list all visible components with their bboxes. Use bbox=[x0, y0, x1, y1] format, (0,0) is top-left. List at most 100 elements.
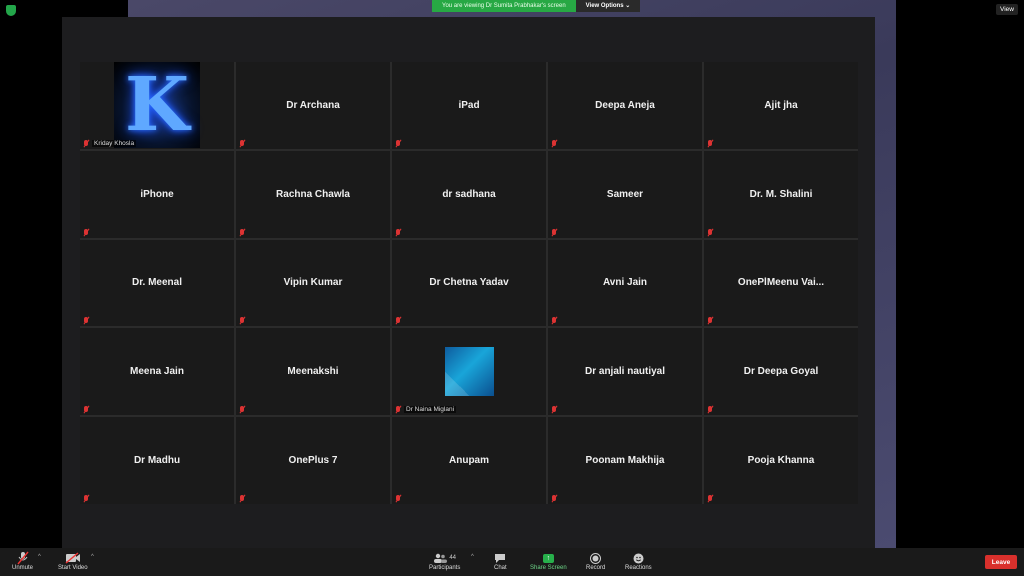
participant-name: Dr Madhu bbox=[133, 455, 181, 467]
tile-footer bbox=[551, 139, 557, 147]
mic-muted-icon bbox=[395, 228, 401, 236]
tile-footer bbox=[551, 317, 557, 324]
share-screen-button[interactable]: ↑ Share Screen bbox=[530, 551, 567, 571]
participant-name: Kriday Khosla bbox=[92, 139, 137, 147]
participant-grid: K Kriday Khosla Dr Archana iPad Deepa Aneja A… bbox=[80, 62, 858, 504]
screen-share-banner: You are viewing Dr Sumita Prabhakar's sc… bbox=[432, 0, 641, 12]
mic-muted-icon bbox=[239, 495, 245, 502]
participant-name: Sameer bbox=[606, 188, 644, 200]
tile-footer bbox=[83, 406, 89, 413]
participant-name: Dr anjali nautiyal bbox=[584, 366, 666, 378]
participant-tile[interactable]: Dr Madhu bbox=[80, 417, 234, 504]
tile-footer bbox=[239, 495, 245, 502]
participant-tile[interactable]: Dr. M. Shalini bbox=[704, 150, 858, 238]
participant-name: Rachna Chawla bbox=[276, 188, 350, 200]
participant-tile[interactable]: Pooja Khanna bbox=[704, 417, 858, 504]
audio-options-caret[interactable]: ^ bbox=[38, 554, 41, 560]
mic-muted-icon bbox=[83, 139, 89, 147]
participant-tile[interactable]: dr sadhana bbox=[392, 150, 546, 238]
record-label: Record bbox=[586, 565, 606, 571]
participant-tile[interactable]: iPad bbox=[392, 62, 546, 149]
mic-muted-icon bbox=[551, 228, 557, 236]
participants-label: Participants bbox=[429, 565, 461, 571]
mic-muted-icon bbox=[239, 139, 245, 147]
mic-muted-icon bbox=[551, 406, 557, 413]
participant-name: dr sadhana bbox=[442, 188, 496, 200]
tile-footer bbox=[707, 495, 713, 502]
participant-avatar bbox=[444, 347, 494, 397]
mic-muted-icon bbox=[239, 406, 245, 413]
mic-muted-icon bbox=[707, 317, 713, 324]
record-button[interactable]: Record bbox=[586, 551, 605, 571]
chat-button[interactable]: Chat bbox=[494, 551, 507, 571]
video-off-icon bbox=[65, 551, 81, 565]
participant-name: iPad bbox=[458, 99, 480, 111]
participant-name: OnePlus 7 bbox=[288, 455, 338, 467]
participant-tile[interactable]: Dr Chetna Yadav bbox=[392, 239, 546, 327]
participant-tile[interactable]: OnePlMeenu Vai... bbox=[704, 239, 858, 327]
tile-footer bbox=[395, 317, 401, 324]
participant-name: Dr. M. Shalini bbox=[749, 188, 813, 200]
start-video-label: Start Video bbox=[58, 565, 88, 571]
participant-avatar: K bbox=[114, 62, 200, 149]
participants-icon: 44 bbox=[433, 551, 456, 565]
record-icon bbox=[590, 551, 602, 565]
tile-footer bbox=[83, 317, 89, 324]
participant-name: Ajit jha bbox=[764, 99, 798, 111]
tile-footer: Kriday Khosla bbox=[83, 139, 137, 147]
mic-muted-icon bbox=[395, 139, 401, 147]
mic-muted-icon bbox=[16, 551, 29, 565]
video-options-caret[interactable]: ^ bbox=[91, 554, 94, 560]
participant-tile[interactable]: Poonam Makhija bbox=[548, 417, 702, 504]
view-options-button[interactable]: View Options ⌄ bbox=[575, 0, 641, 12]
participant-tile[interactable]: Ajit jha bbox=[704, 62, 858, 149]
participant-tile[interactable]: Anupam bbox=[392, 417, 546, 504]
mic-muted-icon bbox=[83, 495, 89, 502]
mic-muted-icon bbox=[707, 228, 713, 236]
participant-tile[interactable]: Meena Jain bbox=[80, 328, 234, 416]
participant-name: Dr Deepa Goyal bbox=[743, 366, 819, 378]
start-video-button[interactable]: Start Video bbox=[58, 551, 88, 571]
mic-muted-icon bbox=[707, 139, 713, 147]
participant-tile[interactable]: iPhone bbox=[80, 150, 234, 238]
mic-muted-icon bbox=[551, 495, 557, 502]
participant-tile[interactable]: Dr Archana bbox=[236, 62, 390, 149]
participant-tile[interactable]: Dr. Meenal bbox=[80, 239, 234, 327]
tile-footer bbox=[239, 317, 245, 324]
participants-button[interactable]: 44 Participants bbox=[429, 551, 460, 571]
participant-tile[interactable]: Dr Naina Miglani bbox=[392, 328, 546, 416]
participant-tile[interactable]: Dr anjali nautiyal bbox=[548, 328, 702, 416]
participant-tile[interactable]: Rachna Chawla bbox=[236, 150, 390, 238]
tile-footer: Dr Naina Miglani bbox=[395, 406, 457, 414]
mic-muted-icon bbox=[707, 495, 713, 502]
chat-label: Chat bbox=[494, 565, 507, 571]
participant-tile[interactable]: K Kriday Khosla bbox=[80, 62, 234, 149]
mic-muted-icon bbox=[239, 317, 245, 324]
tile-footer bbox=[395, 139, 401, 147]
participant-tile[interactable]: Sameer bbox=[548, 150, 702, 238]
viewing-screen-label: You are viewing Dr Sumita Prabhakar's sc… bbox=[432, 0, 576, 12]
chat-icon bbox=[494, 551, 506, 565]
security-shield-icon[interactable] bbox=[6, 5, 16, 16]
participant-tile[interactable]: Vipin Kumar bbox=[236, 239, 390, 327]
reactions-button[interactable]: Reactions bbox=[625, 551, 652, 571]
participant-name: Anupam bbox=[449, 455, 489, 467]
meeting-toolbar: Unmute ^ Start Video ^ 44 Participants ^… bbox=[0, 548, 1024, 576]
mic-muted-icon bbox=[395, 317, 401, 324]
mic-muted-icon bbox=[83, 317, 89, 324]
participants-caret[interactable]: ^ bbox=[471, 554, 474, 560]
mic-muted-icon bbox=[239, 228, 245, 236]
participant-tile[interactable]: Deepa Aneja bbox=[548, 62, 702, 149]
participant-tile[interactable]: Dr Deepa Goyal bbox=[704, 328, 858, 416]
participant-tile[interactable]: Meenakshi bbox=[236, 328, 390, 416]
leave-button[interactable]: Leave bbox=[985, 555, 1017, 569]
tile-footer bbox=[83, 495, 89, 502]
unmute-button[interactable]: Unmute bbox=[12, 551, 33, 571]
reactions-icon bbox=[633, 551, 644, 565]
view-button[interactable]: View bbox=[996, 4, 1018, 15]
tile-footer bbox=[707, 139, 713, 147]
participants-count: 44 bbox=[449, 555, 457, 561]
participant-tile[interactable]: Avni Jain bbox=[548, 239, 702, 327]
participant-tile[interactable]: OnePlus 7 bbox=[236, 417, 390, 504]
mic-muted-icon bbox=[83, 228, 89, 236]
